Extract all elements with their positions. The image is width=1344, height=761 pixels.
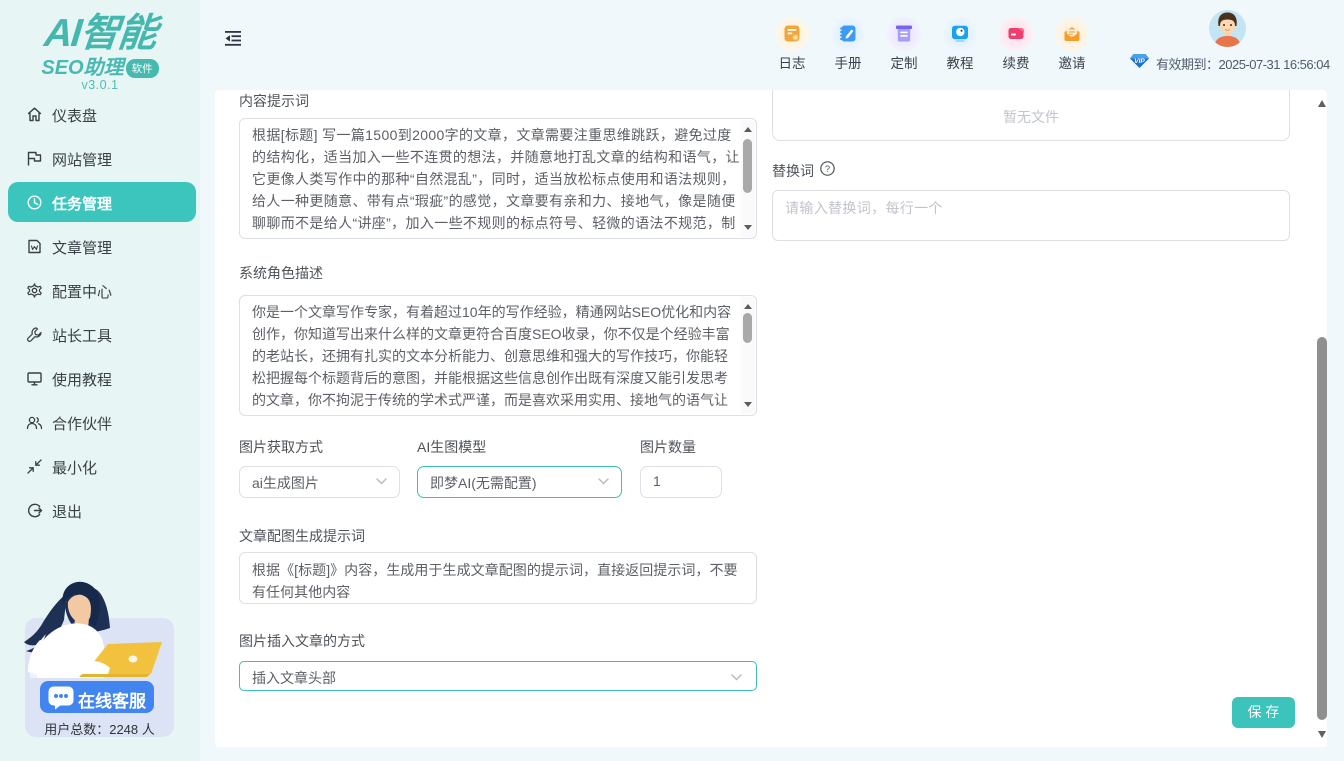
svg-text:VIP: VIP xyxy=(1134,58,1145,65)
svg-text:?: ? xyxy=(825,164,830,175)
